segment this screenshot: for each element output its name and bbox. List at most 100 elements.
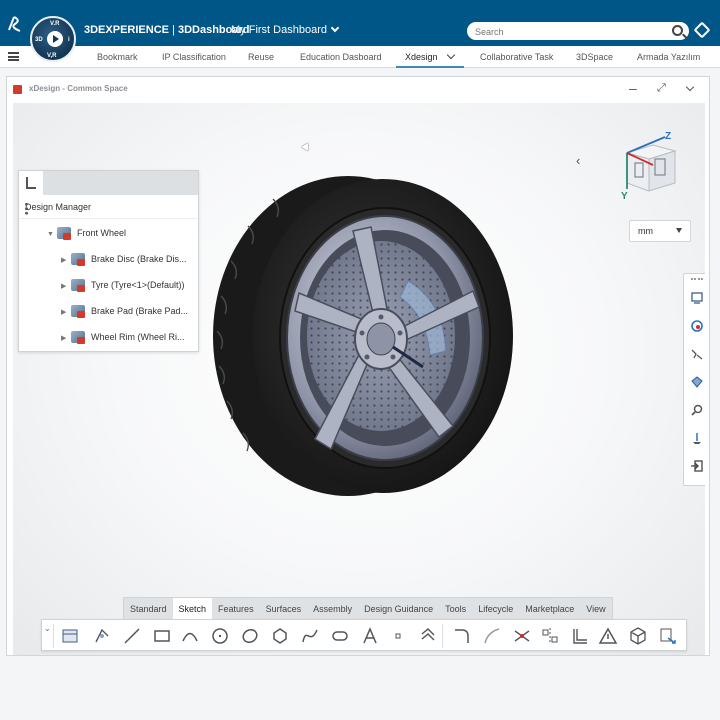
tab-ip-classification[interactable]: IP Classification xyxy=(162,52,226,62)
expand-arrow-icon[interactable]: ▶ xyxy=(61,334,71,342)
chevron-left-icon[interactable]: ‹ xyxy=(576,153,580,168)
tree-node-brake-pad[interactable]: ▶ Brake Pad (Brake Pad... xyxy=(61,305,188,323)
expand-arrow-icon[interactable]: ▼ xyxy=(47,231,57,238)
warning-icon[interactable] xyxy=(598,626,618,646)
search-icon[interactable] xyxy=(672,25,683,36)
widget-title: xDesign - Common Space xyxy=(29,84,128,93)
tab-reuse[interactable]: Reuse xyxy=(248,52,274,62)
section-icon[interactable] xyxy=(690,431,704,445)
ellipse-icon[interactable] xyxy=(240,626,260,646)
wheel-model[interactable] xyxy=(203,171,533,501)
measure-icon[interactable] xyxy=(690,347,704,361)
part-icon xyxy=(71,305,85,318)
expand-arrow-icon[interactable]: ▶ xyxy=(61,256,71,264)
circle-icon[interactable] xyxy=(210,626,230,646)
chamfer-icon[interactable] xyxy=(482,626,502,646)
tree-node-tyre[interactable]: ▶ Tyre (Tyre<1>(Default)) xyxy=(61,279,185,297)
tab-lifecycle[interactable]: Lifecycle xyxy=(472,598,519,619)
menu-icon[interactable] xyxy=(8,52,19,61)
chevron-down-icon[interactable] xyxy=(685,82,695,92)
tab-collaborative-task[interactable]: Collaborative Task xyxy=(480,52,553,62)
widget-title-bar: xDesign - Common Space – ⤢ xyxy=(7,77,709,101)
xdesign-app-icon xyxy=(13,85,22,94)
rotate-icon[interactable] xyxy=(690,319,704,333)
action-bar: ⌄ xyxy=(41,619,687,651)
tab-xdesign-chevron-icon[interactable] xyxy=(446,50,456,60)
tab-design-guidance[interactable]: Design Guidance xyxy=(358,598,439,619)
tab-armada-yazilim[interactable]: Armada Yazılım xyxy=(637,52,700,62)
text-icon[interactable] xyxy=(360,626,380,646)
trim-icon[interactable] xyxy=(512,626,532,646)
part-icon xyxy=(71,253,85,266)
z-axis-label: Z xyxy=(665,131,671,142)
tag-icon[interactable] xyxy=(693,21,711,39)
slot-icon[interactable] xyxy=(330,626,350,646)
tree-node-front-wheel[interactable]: ▼ Front Wheel xyxy=(47,227,126,245)
brand-name: 3DEXPERIENCE xyxy=(84,24,169,36)
toolbar-separator xyxy=(442,624,443,648)
polygon-icon[interactable] xyxy=(270,626,290,646)
pattern-icon[interactable] xyxy=(92,626,112,646)
tree-node-brake-disc[interactable]: ▶ Brake Disc (Brake Dis... xyxy=(61,253,187,271)
part-icon xyxy=(71,279,85,292)
tree-tab[interactable] xyxy=(19,171,43,195)
offset-icon[interactable] xyxy=(418,626,438,646)
sketch-icon[interactable] xyxy=(60,626,80,646)
design-manager-title-row: Design Manager xyxy=(19,195,198,219)
appearance-icon[interactable] xyxy=(690,375,704,389)
xdesign-widget: xDesign - Common Space – ⤢ Design Manage… xyxy=(6,76,710,656)
tree-node-label: Brake Pad (Brake Pad... xyxy=(91,306,189,316)
tab-view[interactable]: View xyxy=(580,598,611,619)
tab-standard[interactable]: Standard xyxy=(124,598,173,619)
rectangle-icon[interactable] xyxy=(152,626,172,646)
cube-icon[interactable] xyxy=(628,626,648,646)
tab-sketch[interactable]: Sketch xyxy=(172,598,213,619)
units-dropdown[interactable]: mm xyxy=(629,220,691,242)
y-axis-label: Y xyxy=(621,191,628,201)
dashboard-selector[interactable]: My First Dashboard xyxy=(231,23,340,36)
3d-viewport[interactable]: Design Manager ▼ Front Wheel ▶ Brake Disc … xyxy=(13,103,705,655)
tab-education-dasboard[interactable]: Education Dasboard xyxy=(300,52,382,62)
tab-surfaces[interactable]: Surfaces xyxy=(260,598,308,619)
tab-marketplace[interactable]: Marketplace xyxy=(519,598,580,619)
tab-bookmark[interactable]: Bookmark xyxy=(97,52,138,62)
tab-assembly[interactable]: Assembly xyxy=(307,598,358,619)
expand-arrow-icon[interactable]: ▶ xyxy=(61,308,71,316)
assembly-icon xyxy=(57,227,71,240)
tab-xdesign[interactable]: Xdesign xyxy=(405,52,438,62)
top-bar: V.R 3D i V,R 3DEXPERIENCE | 3DDashboard … xyxy=(0,0,720,62)
maximize-icon[interactable]: ⤢ xyxy=(657,82,666,95)
tab-features[interactable]: Features xyxy=(212,598,260,619)
tree-node-label: Brake Disc (Brake Dis... xyxy=(91,254,187,264)
tree-node-wheel-rim[interactable]: ▶ Wheel Rim (Wheel Ri... xyxy=(61,331,185,349)
constraint-icon[interactable] xyxy=(570,626,590,646)
tree-node-label: Front Wheel xyxy=(77,228,127,238)
chevron-down-icon xyxy=(676,228,682,233)
search-input[interactable] xyxy=(467,23,657,41)
line-icon[interactable] xyxy=(122,626,142,646)
mouse-cursor-icon xyxy=(301,142,312,154)
ds-logo-icon[interactable] xyxy=(6,14,26,34)
arc-icon[interactable] xyxy=(180,626,200,646)
tab-3dspace[interactable]: 3DSpace xyxy=(576,52,613,62)
fillet-icon[interactable] xyxy=(452,626,472,646)
compass-widget[interactable]: V.R 3D i V,R xyxy=(30,16,76,62)
collapse-toolbar-icon[interactable]: ⌄ xyxy=(44,624,54,648)
exit-icon[interactable] xyxy=(690,459,704,473)
play-icon[interactable] xyxy=(47,31,63,47)
design-manager-header xyxy=(19,171,198,195)
tab-tools[interactable]: Tools xyxy=(439,598,472,619)
view-cube[interactable]: Z Y xyxy=(613,129,685,201)
zoom-icon[interactable] xyxy=(690,403,704,417)
minimize-icon[interactable]: – xyxy=(629,80,637,96)
compass-label-top: V.R xyxy=(50,21,60,27)
search-box[interactable] xyxy=(467,22,689,41)
mirror-icon[interactable] xyxy=(540,626,560,646)
toolbar-grip-icon[interactable] xyxy=(691,278,703,280)
render-icon[interactable] xyxy=(690,291,704,305)
expand-arrow-icon[interactable]: ▶ xyxy=(61,282,71,290)
more-options-icon[interactable] xyxy=(25,202,28,215)
spline-icon[interactable] xyxy=(300,626,320,646)
point-icon[interactable] xyxy=(388,626,408,646)
dimension-icon[interactable] xyxy=(658,626,678,646)
